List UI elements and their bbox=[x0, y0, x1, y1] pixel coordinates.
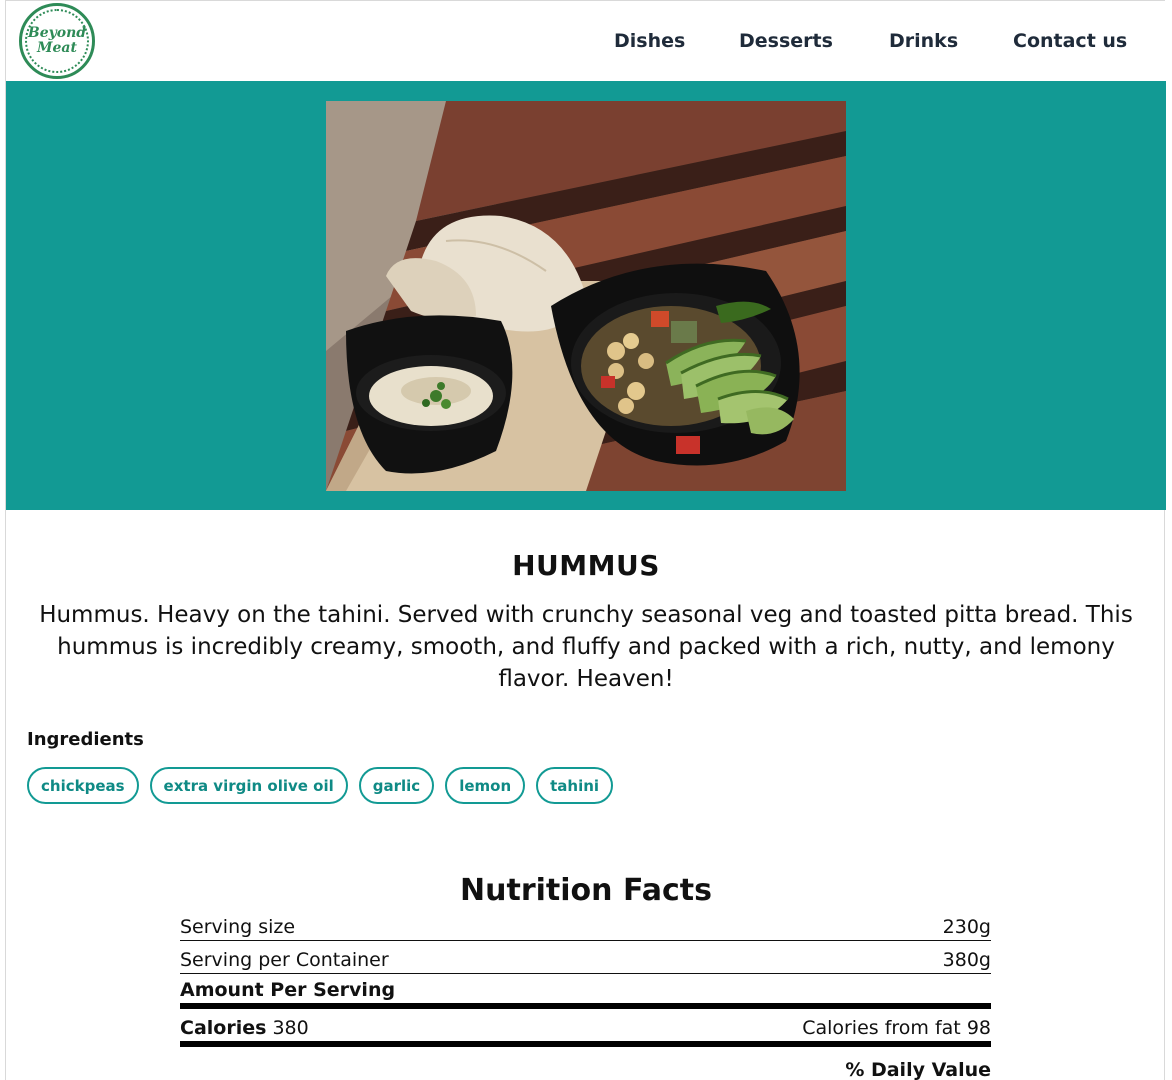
nutrition-facts-title: Nutrition Facts bbox=[460, 873, 712, 908]
nav-link-contact-us[interactable]: Contact us bbox=[1013, 30, 1127, 52]
calories-from-fat-label: Calories from fat bbox=[802, 1017, 961, 1039]
nav-link-desserts[interactable]: Desserts bbox=[739, 30, 833, 52]
dish-photo bbox=[326, 101, 846, 491]
serving-size-value: 230g bbox=[942, 916, 991, 938]
ingredient-chip-olive-oil[interactable]: extra virgin olive oil bbox=[149, 767, 348, 804]
serving-size-row: Serving size 230g bbox=[180, 909, 991, 941]
ingredient-chip-tahini[interactable]: tahini bbox=[536, 767, 614, 804]
logo-text: Beyond Meat bbox=[27, 25, 87, 56]
ingredients-list: chickpeas extra virgin olive oil garlic … bbox=[27, 767, 624, 804]
serving-per-container-value: 380g bbox=[942, 949, 991, 971]
ingredient-chip-lemon[interactable]: lemon bbox=[445, 767, 526, 804]
serving-per-container-row: Serving per Container 380g bbox=[180, 941, 991, 974]
serving-size-label: Serving size bbox=[180, 916, 296, 938]
daily-value-label: % Daily Value bbox=[845, 1059, 991, 1080]
calories-cell: Calories 380 bbox=[180, 1017, 309, 1039]
amount-per-serving-row: Amount Per Serving bbox=[180, 974, 991, 1009]
ingredients-heading: Ingredients bbox=[27, 729, 144, 750]
ingredient-chip-chickpeas[interactable]: chickpeas bbox=[27, 767, 139, 804]
calories-label: Calories bbox=[180, 1017, 267, 1039]
nav-link-dishes[interactable]: Dishes bbox=[614, 30, 685, 52]
calories-row: Calories 380 Calories from fat 98 bbox=[180, 1009, 991, 1047]
page: Beyond Meat Dishes Desserts Drinks Conta… bbox=[5, 0, 1166, 1080]
daily-value-row: % Daily Value bbox=[180, 1047, 991, 1080]
calories-value: 380 bbox=[272, 1017, 309, 1039]
ingredient-chip-garlic[interactable]: garlic bbox=[358, 767, 435, 804]
calories-from-fat-value: 98 bbox=[966, 1017, 991, 1039]
calories-from-fat-cell: Calories from fat 98 bbox=[802, 1017, 991, 1039]
amount-per-serving-label: Amount Per Serving bbox=[180, 979, 396, 1001]
brand-logo[interactable]: Beyond Meat bbox=[19, 3, 95, 79]
nav-link-drinks[interactable]: Drinks bbox=[889, 30, 958, 52]
nutrition-facts-table: Serving size 230g Serving per Container … bbox=[180, 909, 991, 1080]
hero-banner bbox=[6, 81, 1166, 510]
dish-title: HUMMUS bbox=[512, 549, 660, 582]
site-header: Beyond Meat Dishes Desserts Drinks Conta… bbox=[6, 1, 1166, 81]
serving-per-container-label: Serving per Container bbox=[180, 949, 389, 971]
dish-description: Hummus. Heavy on the tahini. Served with… bbox=[39, 602, 1133, 692]
